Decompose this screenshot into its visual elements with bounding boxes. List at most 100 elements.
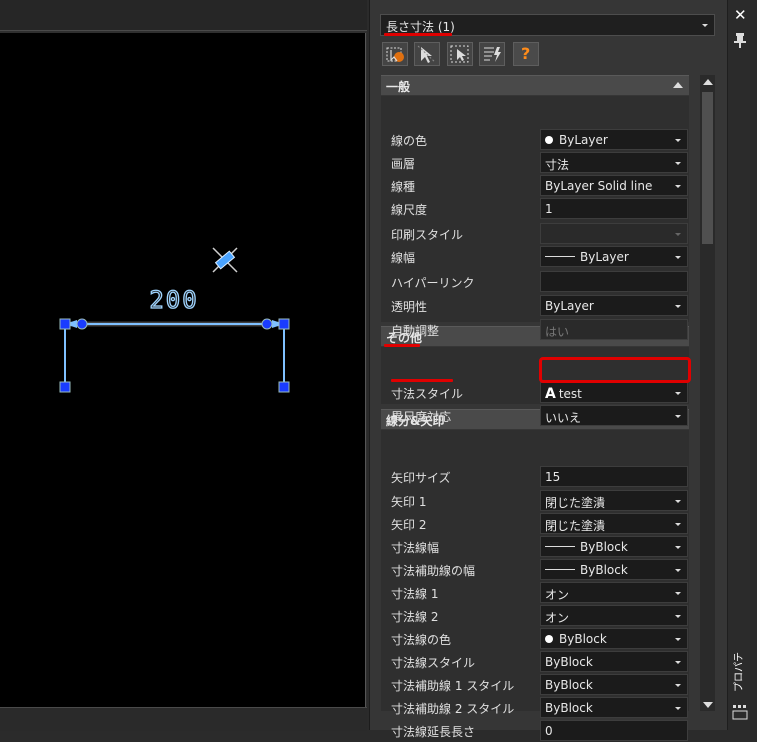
- property-value-field[interactable]: 0: [540, 720, 688, 741]
- dimension-drawing[interactable]: 200: [0, 33, 365, 707]
- property-row: 寸法スタイル Atest: [381, 381, 689, 404]
- filter-icon: [484, 47, 501, 62]
- grip-square[interactable]: [278, 318, 290, 330]
- property-value-field[interactable]: ByBlock: [540, 651, 688, 672]
- property-label: 寸法補助線 1 スタイル: [391, 679, 515, 693]
- chevron-down-icon: [675, 614, 681, 618]
- property-value-field[interactable]: いいえ: [540, 405, 688, 426]
- property-row: 線の色 ByLayer: [381, 128, 689, 151]
- property-label: 線尺度: [391, 203, 428, 217]
- scroll-up-icon[interactable]: [703, 79, 713, 85]
- grip-circle[interactable]: [261, 318, 273, 330]
- property-value-field[interactable]: ByBlock: [540, 628, 688, 649]
- property-label: 異尺度対応: [391, 410, 452, 424]
- property-row: 寸法補助線の幅 ByBlock: [381, 558, 689, 581]
- property-row: 印刷スタイル: [381, 222, 689, 245]
- toggle-pickadd-icon: [386, 47, 404, 62]
- property-label: 印刷スタイル: [391, 228, 464, 242]
- property-row: 線尺度 1: [381, 197, 689, 220]
- grip-square[interactable]: [59, 318, 71, 330]
- property-value-field[interactable]: ByLayer: [540, 295, 688, 316]
- property-row: 寸法線 1 オン: [381, 581, 689, 604]
- chevron-down-icon: [675, 568, 681, 572]
- chevron-down-icon: [675, 660, 681, 664]
- chevron-down-icon: [675, 232, 681, 236]
- canvas-toolbar: [0, 0, 367, 31]
- property-label: 自動調整: [391, 324, 440, 338]
- property-row: 矢印 2 閉じた塗潰: [381, 512, 689, 535]
- property-value-field[interactable]: ByBlock: [540, 674, 688, 695]
- property-label: 寸法線 1: [391, 587, 439, 601]
- toggle-pickadd-button[interactable]: [382, 42, 408, 66]
- drawing-canvas[interactable]: 200: [0, 33, 366, 707]
- property-value: 1: [545, 202, 553, 216]
- scrollbar-thumb[interactable]: [702, 92, 713, 244]
- property-value-field: はい: [540, 319, 688, 340]
- property-row: 寸法線幅 ByBlock: [381, 535, 689, 558]
- property-value-field[interactable]: 15: [540, 466, 688, 487]
- quick-select-button[interactable]: [447, 42, 473, 66]
- property-value-field[interactable]: 1: [540, 198, 688, 219]
- lineweight-sample-icon: [545, 569, 575, 570]
- property-value-field[interactable]: ByLayer: [540, 246, 688, 267]
- property-value-field[interactable]: ByLayer: [540, 129, 688, 150]
- highlight-box: [539, 357, 691, 383]
- property-value-field[interactable]: Atest: [540, 382, 688, 403]
- grip-square[interactable]: [59, 381, 71, 393]
- chevron-down-icon: [675, 522, 681, 526]
- property-value-field[interactable]: ByLayer Solid line: [540, 175, 688, 196]
- property-value-field: [540, 223, 688, 244]
- property-row: 異尺度対応 いいえ: [381, 404, 689, 427]
- property-value: オン: [545, 611, 570, 625]
- property-value-field[interactable]: [540, 271, 688, 292]
- property-value-field[interactable]: ByBlock: [540, 559, 688, 580]
- help-button[interactable]: ?: [513, 42, 539, 66]
- property-value: ByBlock: [545, 655, 593, 669]
- property-row: 寸法補助線 1 スタイル ByBlock: [381, 673, 689, 696]
- color-swatch-icon: [545, 635, 553, 643]
- property-value: いいえ: [545, 411, 582, 425]
- chevron-down-icon: [675, 138, 681, 142]
- scroll-down-icon[interactable]: [703, 702, 713, 708]
- grip-square[interactable]: [278, 381, 290, 393]
- property-value: ByLayer: [559, 133, 608, 147]
- properties-tab-label: プロパティ: [734, 652, 745, 692]
- property-label: 線の色: [391, 134, 428, 148]
- property-value-field[interactable]: ByBlock: [540, 536, 688, 557]
- chevron-down-icon: [675, 184, 681, 188]
- pin-icon[interactable]: [733, 32, 747, 48]
- property-value-field[interactable]: 寸法: [540, 152, 688, 173]
- property-value-field[interactable]: 閉じた塗潰: [540, 513, 688, 534]
- property-value: ByBlock: [545, 678, 593, 692]
- property-value-field[interactable]: ByBlock: [540, 697, 688, 718]
- dimension-object[interactable]: 200: [59, 285, 290, 393]
- property-row: 自動調整 はい: [381, 318, 689, 341]
- property-label: 線幅: [391, 251, 416, 265]
- property-row: 矢印 1 閉じた塗潰: [381, 489, 689, 512]
- chevron-down-icon: [675, 414, 681, 418]
- property-row: 画層 寸法: [381, 151, 689, 174]
- property-label: 透明性: [391, 300, 428, 314]
- section-general-header[interactable]: 一般: [381, 75, 689, 95]
- property-value: ByLayer: [545, 299, 594, 313]
- highlight-underline: [391, 379, 453, 382]
- grip-circle[interactable]: [76, 318, 88, 330]
- property-label: 寸法スタイル: [391, 387, 464, 401]
- property-row: 寸法線スタイル ByBlock: [381, 650, 689, 673]
- close-icon[interactable]: ✕: [734, 6, 747, 24]
- chevron-down-icon: [675, 255, 681, 259]
- property-label: 矢印サイズ: [391, 471, 451, 485]
- chevron-down-icon: [675, 304, 681, 308]
- property-row: 寸法線の色 ByBlock: [381, 627, 689, 650]
- property-value: 寸法: [545, 158, 570, 172]
- property-value-field[interactable]: 閉じた塗潰: [540, 490, 688, 511]
- properties-tab-icon[interactable]: [732, 704, 748, 720]
- property-row: 線種 ByLayer Solid line: [381, 174, 689, 197]
- property-value-field[interactable]: オン: [540, 605, 688, 626]
- property-value-field[interactable]: オン: [540, 582, 688, 603]
- properties-tab[interactable]: プロパティ: [728, 652, 756, 696]
- property-label: 寸法補助線 2 スタイル: [391, 702, 515, 716]
- filter-button[interactable]: [479, 42, 505, 66]
- select-objects-button[interactable]: [414, 42, 440, 66]
- property-row: ハイパーリンク: [381, 270, 689, 293]
